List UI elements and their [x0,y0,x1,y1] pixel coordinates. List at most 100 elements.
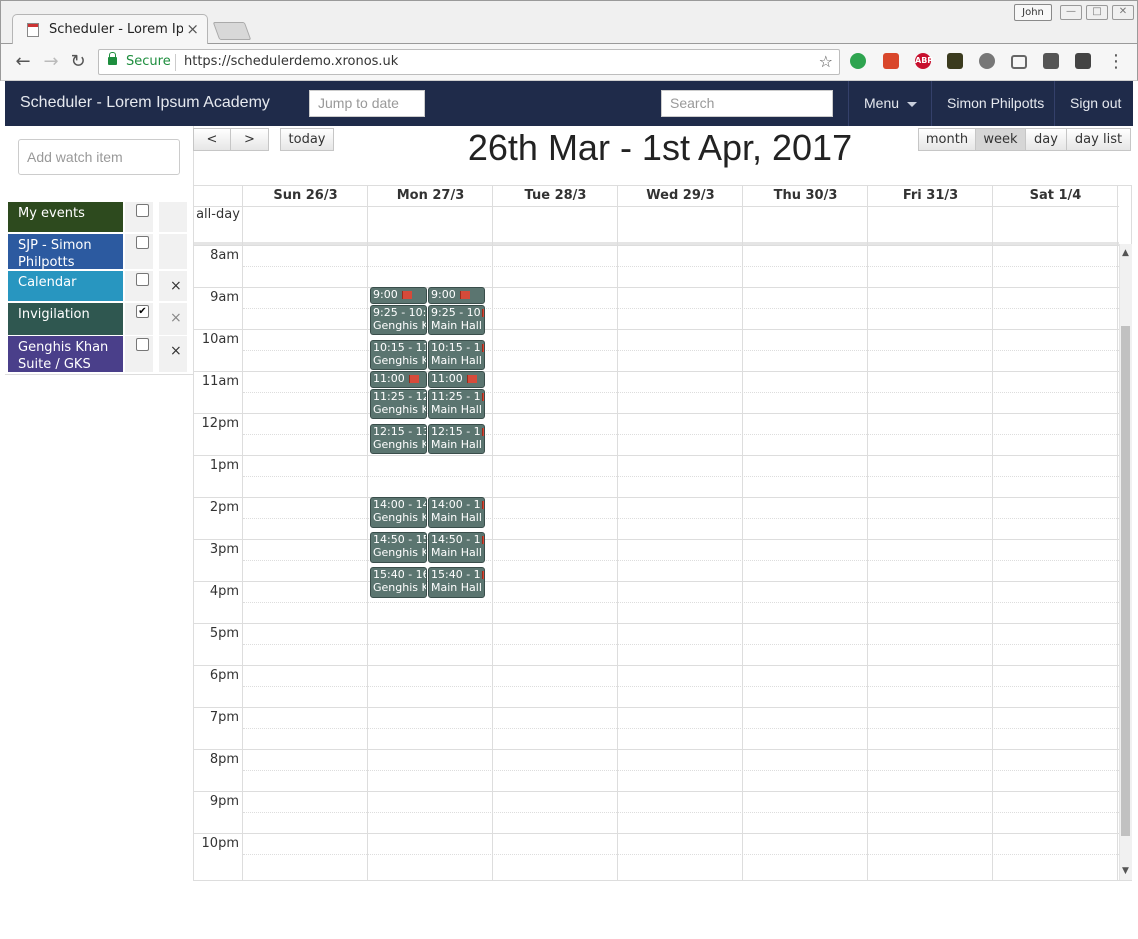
prev-button[interactable]: < [193,128,231,151]
event-block[interactable]: 12:15 - 13Genghis Khan [370,423,427,454]
calendar-toggle-0[interactable]: My events [8,202,123,232]
new-tab-button[interactable] [212,22,252,40]
event-block[interactable]: 9:00 Main Hall [428,287,485,304]
time-label: 6pm [209,668,239,683]
view-day-button[interactable]: day [1026,128,1067,151]
user-link[interactable]: Simon Philpotts [947,95,1044,111]
event-time-text: 14:00 - 1 [431,498,481,511]
remove-calendar-icon[interactable]: × [170,310,182,326]
signout-link[interactable]: Sign out [1070,95,1121,111]
maximize-icon[interactable]: □ [1086,5,1108,20]
calendar-checkbox[interactable] [136,236,149,249]
flag-icon [409,375,420,383]
window-close-icon[interactable]: ✕ [1112,5,1134,20]
event-block[interactable]: 14:50 - 1 Main Hall [428,532,485,563]
calendar-checkbox[interactable] [136,338,149,351]
view-month-button[interactable]: month [918,128,976,151]
event-name: Main Hall [431,581,482,594]
view-week-button[interactable]: week [976,128,1026,151]
remove-calendar-icon[interactable]: × [170,278,182,294]
extension-lock-icon[interactable] [1043,53,1059,69]
app-brand[interactable]: Scheduler - Lorem Ipsum Academy [20,94,270,112]
hour-line [194,287,1119,288]
extension-mail-icon[interactable] [1075,53,1091,69]
menu-dropdown[interactable]: Menu [864,95,918,111]
event-name: Genghis Khan [371,385,426,387]
event-name: Main Hall [431,546,482,559]
browser-tab[interactable]: Scheduler - Lorem Ipsum Academy × [12,14,208,44]
time-label: 8am [210,248,239,263]
half-hour-line [243,644,1119,645]
extension-house-icon[interactable] [947,53,963,69]
event-name: Main Hall [431,511,482,524]
scroll-up-icon[interactable]: ▲ [1121,248,1130,258]
view-day-list-button[interactable]: day list [1067,128,1131,151]
event-name: Main Hall [431,437,482,451]
event-block[interactable]: 11:00 Genghis Khan [370,371,427,388]
extension-red-icon[interactable] [883,53,899,69]
next-button[interactable]: > [231,128,269,151]
event-time-text: 14:50 - 1 [431,533,481,546]
extension-green-icon[interactable] [850,53,866,69]
reload-icon[interactable]: ↻ [67,52,89,72]
event-block[interactable]: 15:40 - 1 Main Hall [428,567,485,598]
day-header: Mon 27/3 [396,188,465,203]
adblock-icon[interactable]: ABP [915,53,933,69]
flag-icon [481,392,484,401]
event-block[interactable]: 12:15 - 1 Main Hall [428,423,485,454]
jump-to-date-input[interactable]: Jump to date [309,90,425,117]
hour-line [194,791,1119,792]
bookmark-star-icon[interactable]: ☆ [819,52,833,71]
calendar-toggle-4[interactable]: Genghis Khan Suite / GKS [8,336,123,372]
event-name: Genghis Khan [373,353,426,367]
browser-menu-icon[interactable]: ⋮ [1105,52,1127,72]
time-label: 10am [201,332,239,347]
event-block[interactable]: 9:25 - 10 Main Hall [428,304,485,335]
back-icon[interactable]: ← [12,52,34,72]
today-button[interactable]: today [280,128,334,151]
event-block[interactable]: 11:25 - 12Genghis Khan [370,388,427,419]
address-bar[interactable]: Secure https://schedulerdemo.xronos.uk ☆ [98,49,840,75]
calendar-toggle-2[interactable]: Calendar [8,271,123,301]
profile-chip[interactable]: John [1014,4,1052,21]
hour-line [194,581,1119,582]
time-label: 7pm [209,710,239,725]
add-watch-item-input[interactable]: Add watch item [18,139,180,175]
scroll-down-icon[interactable]: ▼ [1121,866,1130,876]
event-block[interactable]: 14:00 - 14Genghis Khan [370,497,427,528]
event-block[interactable]: 15:40 - 16Genghis Khan [370,567,427,598]
nav-divider [1054,81,1055,126]
nav-divider [848,81,849,126]
event-block[interactable]: 9:25 - 10:Genghis Khan [370,304,427,335]
event-time: 14:00 - 1 [429,498,484,511]
event-time: 14:50 - 1 [429,533,484,546]
day-header: Thu 30/3 [773,188,838,203]
minimize-icon[interactable]: — [1060,5,1082,20]
tab-close-icon[interactable]: × [186,20,199,38]
forward-icon[interactable]: → [40,52,62,72]
event-name: Main Hall [431,402,482,416]
event-time: 14:00 - 14 [371,498,426,511]
calendar-toggle-3[interactable]: Invigilation [8,303,123,335]
event-block[interactable]: 9:00 Genghis Khan [370,287,427,304]
scrollbar-thumb[interactable] [1121,326,1130,836]
calendar-checkbox[interactable] [136,204,149,217]
event-block[interactable]: 11:25 - 1 Main Hall [428,388,485,419]
event-block[interactable]: 11:00 Main Hall [428,371,485,388]
calendar-checkbox[interactable]: ✔ [136,305,149,318]
search-input[interactable]: Search [661,90,833,117]
remove-calendar-icon[interactable]: × [170,343,182,359]
omnibox-divider [175,54,176,71]
extension-swirl-icon[interactable] [979,53,995,69]
caret-down-icon [907,101,918,107]
event-block[interactable]: 10:15 - 1 Main Hall [428,339,485,370]
event-time-text: 14:50 - 15 [373,533,427,546]
event-name: Main Hall [431,353,482,367]
calendar-toggle-1[interactable]: SJP - Simon Philpotts [8,234,123,270]
cast-icon[interactable] [1011,55,1027,69]
calendar-checkbox[interactable] [136,273,149,286]
event-block[interactable]: 10:15 - 11Genghis Khan [370,339,427,370]
event-time: 9:25 - 10: [371,306,426,319]
event-block[interactable]: 14:00 - 1 Main Hall [428,497,485,528]
event-block[interactable]: 14:50 - 15Genghis Khan [370,532,427,563]
